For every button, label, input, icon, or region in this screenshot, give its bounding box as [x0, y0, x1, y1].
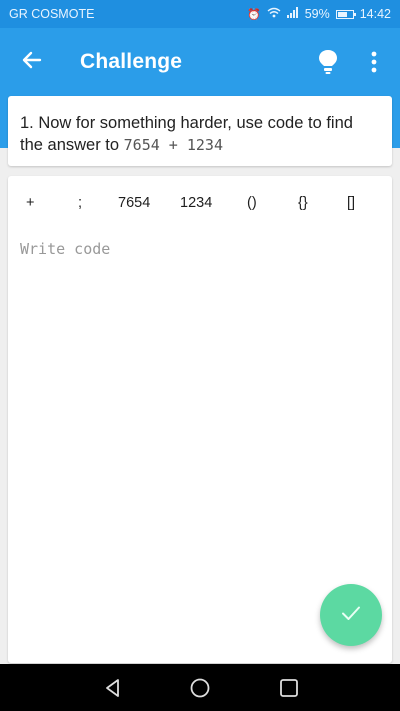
- clock-time: 14:42: [359, 7, 391, 21]
- carrier-name: GR COSMOTE: [9, 7, 95, 21]
- check-icon: [339, 601, 363, 630]
- battery-icon: [335, 9, 356, 19]
- question-code: 7654 + 1234: [123, 136, 223, 154]
- more-vert-icon[interactable]: [364, 50, 384, 74]
- back-triangle-icon[interactable]: [101, 676, 125, 700]
- snippet-parentheses[interactable]: (): [247, 195, 257, 211]
- alarm-icon: ⏰: [246, 8, 261, 21]
- lightbulb-icon[interactable]: [316, 48, 340, 76]
- signal-icon: [286, 7, 299, 21]
- code-input[interactable]: [18, 238, 382, 642]
- snippet-1234[interactable]: 1234: [180, 195, 212, 211]
- snippet-semicolon[interactable]: ;: [78, 195, 82, 211]
- home-circle-icon[interactable]: [188, 676, 212, 700]
- snippet-toolbar: + ; 7654 1234 () {} []: [8, 176, 392, 228]
- snippet-braces[interactable]: {}: [298, 195, 308, 211]
- page-title: Challenge: [80, 50, 183, 73]
- battery-percent: 59%: [304, 7, 330, 21]
- snippet-7654[interactable]: 7654: [118, 195, 150, 211]
- wifi-icon: [267, 7, 281, 21]
- snippet-brackets[interactable]: []: [347, 195, 355, 211]
- arrow-left-icon[interactable]: [20, 48, 44, 72]
- question-card: 1. Now for something harder, use code to…: [8, 96, 392, 166]
- system-nav-bar: [0, 664, 400, 711]
- snippet-plus[interactable]: +: [26, 195, 34, 211]
- submit-button[interactable]: [320, 584, 382, 646]
- status-bar: GR COSMOTE ⏰ 59% 14:42: [0, 0, 400, 28]
- status-icons: ⏰ 59% 14:42: [247, 7, 391, 21]
- recents-square-icon[interactable]: [277, 676, 301, 700]
